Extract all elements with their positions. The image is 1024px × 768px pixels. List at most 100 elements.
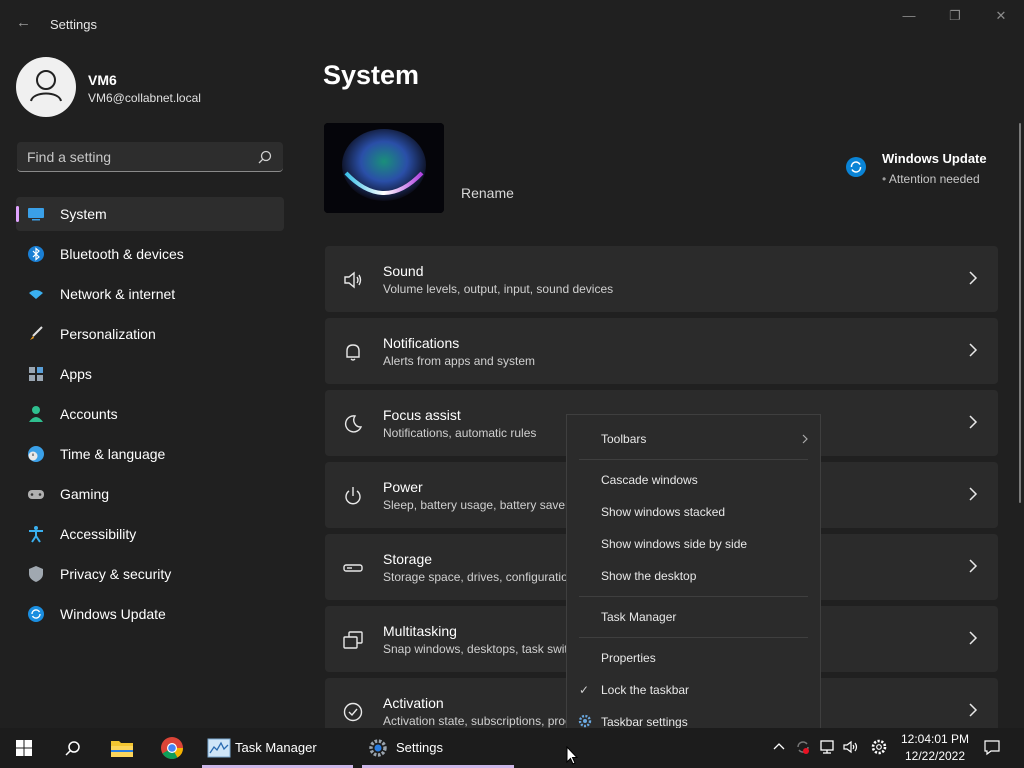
- clock-time: 12:04:01 PM: [900, 732, 970, 746]
- scrollbar[interactable]: [1019, 123, 1021, 503]
- chrome-button[interactable]: [152, 728, 192, 768]
- menu-item-cascade-windows[interactable]: Cascade windows: [567, 465, 820, 495]
- menu-item-label: Show windows stacked: [601, 505, 726, 519]
- sidebar-item-label: Personalization: [60, 326, 156, 342]
- taskbar-app-settings[interactable]: Settings: [362, 728, 514, 768]
- status-dot: •: [882, 172, 889, 186]
- card-title: Notifications: [383, 335, 460, 351]
- shield-icon: [29, 566, 43, 582]
- sidebar-item-time-language[interactable]: Time & language: [16, 437, 284, 471]
- sidebar-item-label: Accounts: [60, 406, 118, 422]
- windows-update-icon[interactable]: [846, 157, 866, 177]
- multitasking-icon: [343, 631, 363, 649]
- network-icon: [29, 290, 43, 299]
- start-button[interactable]: [4, 728, 44, 768]
- sidebar-item-accounts[interactable]: Accounts: [16, 397, 284, 431]
- taskbar-search-button[interactable]: [52, 728, 92, 768]
- folder-icon: [111, 741, 133, 757]
- menu-item-show-windows-stacked[interactable]: Show windows stacked: [567, 497, 820, 527]
- gear-icon[interactable]: [870, 738, 888, 756]
- system-icon: [28, 208, 44, 221]
- card-title: Focus assist: [383, 407, 461, 423]
- taskbar-app-label: Task Manager: [235, 740, 317, 755]
- menu-item-task-manager[interactable]: Task Manager: [567, 602, 820, 632]
- user-email: VM6@collabnet.local: [88, 91, 201, 105]
- sidebar-item-network[interactable]: Network & internet: [16, 277, 284, 311]
- menu-item-label: Properties: [601, 651, 656, 665]
- windows-update-status-text: Attention needed: [888, 172, 980, 186]
- chevron-right-icon: [969, 487, 978, 501]
- chevron-right-icon: [969, 631, 978, 645]
- windows-update-status: • Attention needed: [882, 172, 980, 186]
- menu-item-show-windows-side-by-side[interactable]: Show windows side by side: [567, 529, 820, 559]
- card-notifications[interactable]: Notifications Alerts from apps and syste…: [325, 318, 998, 384]
- menu-item-properties[interactable]: Properties: [567, 643, 820, 673]
- search-box[interactable]: Find a setting: [17, 142, 283, 172]
- notification-center-icon[interactable]: [983, 738, 1001, 756]
- show-hidden-icons-chevron-up-icon[interactable]: [770, 738, 788, 756]
- sidebar-item-label: Gaming: [60, 486, 110, 502]
- close-button[interactable]: ✕: [991, 8, 1011, 28]
- moon-icon: [344, 415, 363, 433]
- sidebar-item-label: Accessibility: [60, 526, 137, 542]
- chrome-icon: [161, 737, 183, 759]
- bluetooth-icon: [28, 246, 44, 262]
- sidebar-item-gaming[interactable]: Gaming: [16, 477, 284, 511]
- card-title: Activation: [383, 695, 444, 711]
- menu-item-show-desktop[interactable]: Show the desktop: [567, 561, 820, 591]
- card-title: Multitasking: [383, 623, 457, 639]
- wallpaper-image: [324, 123, 444, 213]
- taskbar-clock[interactable]: 12:04:01 PM 12/22/2022: [895, 731, 975, 765]
- card-sound[interactable]: Sound Volume levels, output, input, soun…: [325, 246, 998, 312]
- windows-update-title[interactable]: Windows Update: [882, 151, 987, 166]
- chevron-right-icon: [969, 343, 978, 357]
- title-bar: ← Settings — ❐ ✕: [0, 0, 1024, 48]
- menu-item-lock-taskbar[interactable]: ✓ Lock the taskbar: [567, 675, 820, 705]
- gamepad-icon: [28, 490, 44, 499]
- chevron-right-icon: [969, 559, 978, 573]
- menu-separator: [579, 459, 808, 460]
- card-subtitle: Snap windows, desktops, task switching: [383, 642, 597, 656]
- gear-icon: [578, 714, 592, 728]
- card-subtitle: Volume levels, output, input, sound devi…: [383, 282, 614, 296]
- card-subtitle: Alerts from apps and system: [383, 354, 536, 368]
- apps-icon: [29, 367, 43, 381]
- task-manager-icon: [207, 738, 231, 758]
- sidebar-item-apps[interactable]: Apps: [16, 357, 284, 391]
- clock-globe-icon: [28, 446, 44, 462]
- sidebar-item-accessibility[interactable]: Accessibility: [16, 517, 284, 551]
- sidebar-item-system[interactable]: System: [16, 197, 284, 231]
- search-input[interactable]: Find a setting: [27, 149, 111, 165]
- taskbar-context-menu: Toolbars Cascade windows Show windows st…: [566, 414, 821, 745]
- sidebar-item-label: Windows Update: [60, 606, 166, 622]
- back-arrow-icon[interactable]: ←: [16, 14, 34, 32]
- sync-status-icon[interactable]: [794, 738, 812, 756]
- sidebar-item-bluetooth[interactable]: Bluetooth & devices: [16, 237, 284, 271]
- clock-date: 12/22/2022: [904, 749, 966, 763]
- file-explorer-button[interactable]: [102, 728, 142, 768]
- maximize-button[interactable]: ❐: [945, 8, 965, 28]
- checkmark-icon: ✓: [579, 683, 590, 697]
- rename-link[interactable]: Rename: [461, 185, 514, 201]
- sidebar-item-label: Apps: [60, 366, 92, 382]
- avatar[interactable]: [16, 57, 76, 117]
- menu-item-label: Cascade windows: [601, 473, 698, 487]
- menu-item-toolbars[interactable]: Toolbars: [567, 424, 820, 454]
- storage-icon: [343, 564, 363, 572]
- taskbar-app-task-manager[interactable]: Task Manager: [202, 728, 353, 768]
- card-title: Storage: [383, 551, 433, 567]
- page-title: System: [323, 60, 420, 90]
- volume-icon[interactable]: [842, 738, 860, 756]
- minimize-button[interactable]: —: [899, 8, 919, 28]
- sidebar-item-personalization[interactable]: Personalization: [16, 317, 284, 351]
- sidebar-item-privacy[interactable]: Privacy & security: [16, 557, 284, 591]
- sidebar-item-label: System: [60, 206, 107, 222]
- menu-item-label: Lock the taskbar: [601, 683, 690, 697]
- user-icon: [30, 70, 62, 102]
- search-icon[interactable]: [257, 149, 273, 165]
- user-name: VM6: [88, 72, 117, 88]
- brush-icon: [30, 326, 43, 340]
- sidebar-item-windows-update[interactable]: Windows Update: [16, 597, 284, 631]
- chevron-right-icon: [969, 415, 978, 429]
- network-monitor-icon[interactable]: [818, 738, 836, 756]
